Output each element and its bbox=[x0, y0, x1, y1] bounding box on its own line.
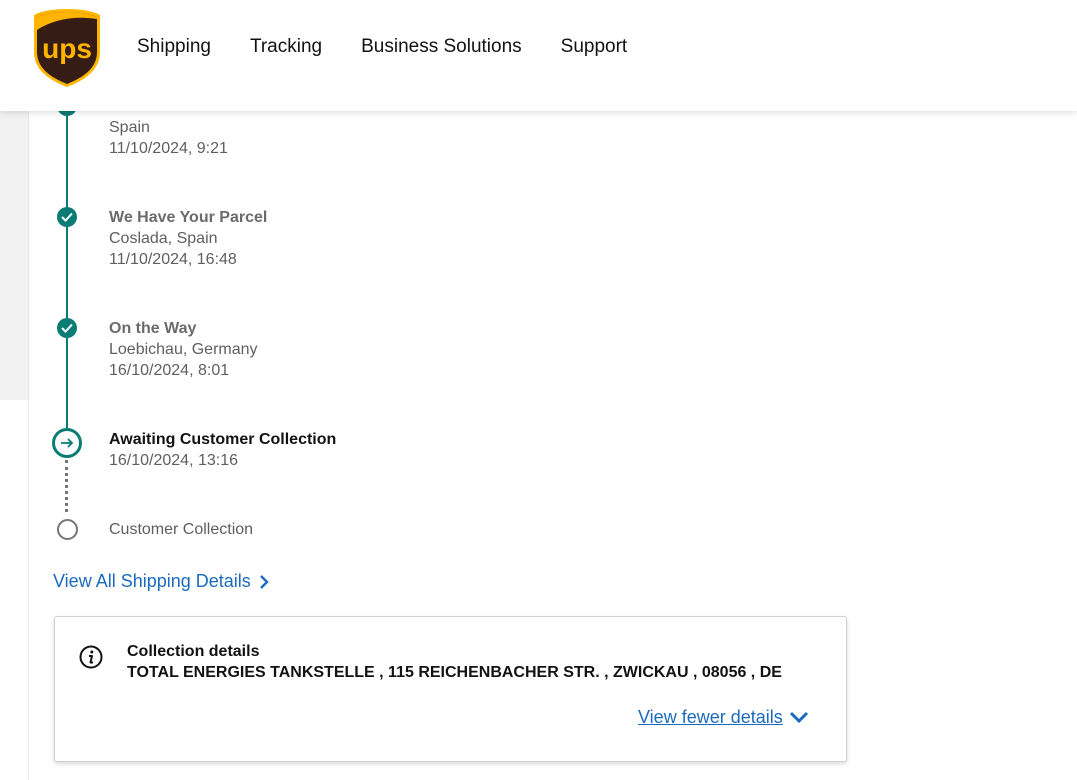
timeline-line bbox=[66, 100, 68, 220]
view-all-shipping-details-link[interactable]: View All Shipping Details bbox=[53, 571, 269, 592]
timeline-event-on-the-way: On the Way Loebichau, Germany 16/10/2024… bbox=[109, 318, 258, 381]
collection-details-card: Collection details TOTAL ENERGIES TANKST… bbox=[54, 616, 847, 762]
pending-step-icon bbox=[57, 519, 78, 540]
timeline-event-customer-collection: Customer Collection bbox=[109, 521, 254, 538]
timeline-line bbox=[66, 328, 68, 430]
event-title: On the Way bbox=[109, 320, 197, 337]
timeline-dotted-line bbox=[65, 460, 68, 512]
view-fewer-details-link[interactable]: View fewer details bbox=[638, 707, 809, 728]
timeline-line bbox=[66, 220, 68, 328]
view-fewer-label: View fewer details bbox=[638, 707, 783, 727]
arrow-right-icon bbox=[52, 428, 82, 458]
logo-text: ups bbox=[42, 33, 92, 64]
event-datetime: 11/10/2024, 16:48 bbox=[109, 251, 237, 268]
event-datetime: 16/10/2024, 8:01 bbox=[109, 362, 230, 379]
view-all-label: View All Shipping Details bbox=[53, 571, 251, 591]
nav-item-business-solutions[interactable]: Business Solutions bbox=[361, 36, 522, 58]
nav-item-shipping[interactable]: Shipping bbox=[137, 36, 211, 58]
info-icon bbox=[79, 645, 103, 669]
chevron-right-icon bbox=[259, 574, 269, 589]
check-icon bbox=[57, 207, 77, 227]
event-location: Loebichau, Germany bbox=[109, 341, 258, 358]
timeline-event-parcel-received: We Have Your Parcel Coslada, Spain 11/10… bbox=[109, 207, 267, 270]
event-location: Coslada, Spain bbox=[109, 230, 218, 247]
event-title: We Have Your Parcel bbox=[109, 209, 268, 226]
chevron-up-icon bbox=[789, 711, 808, 724]
ups-logo[interactable]: ups bbox=[33, 8, 101, 88]
collection-address: TOTAL ENERGIES TANKSTELLE , 115 REICHENB… bbox=[127, 664, 782, 681]
collection-details-title: Collection details bbox=[127, 643, 260, 660]
event-datetime: 11/10/2024, 9:21 bbox=[109, 140, 228, 157]
event-title: Awaiting Customer Collection bbox=[109, 431, 337, 448]
nav-item-tracking[interactable]: Tracking bbox=[250, 36, 322, 58]
check-icon bbox=[57, 318, 77, 338]
nav-item-support[interactable]: Support bbox=[561, 36, 628, 58]
main-nav: Shipping Tracking Business Solutions Sup… bbox=[137, 36, 666, 58]
timeline-event-awaiting-collection: Awaiting Customer Collection 16/10/2024,… bbox=[109, 429, 336, 471]
site-header: ups Shipping Tracking Business Solutions… bbox=[0, 0, 1077, 111]
event-datetime: 16/10/2024, 13:16 bbox=[109, 452, 239, 469]
event-location: Spain bbox=[109, 119, 150, 136]
